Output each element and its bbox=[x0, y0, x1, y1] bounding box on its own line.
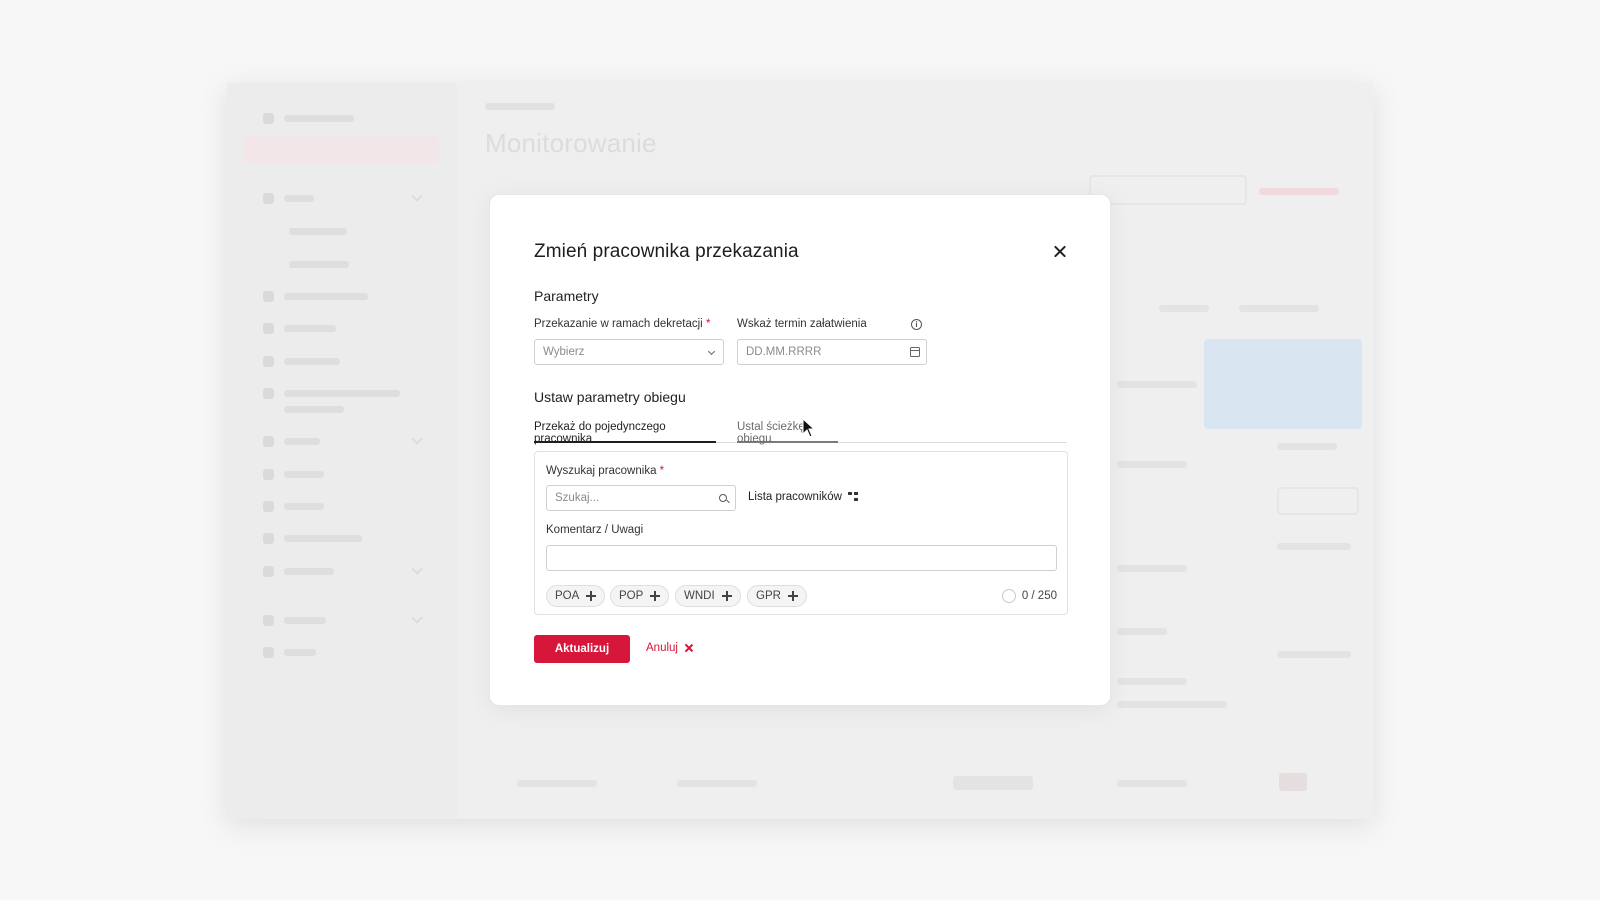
employee-search-label: Wyszukaj pracownika * bbox=[546, 465, 664, 477]
background-placeholder-text bbox=[1239, 305, 1319, 312]
background-placeholder-text bbox=[1117, 701, 1227, 708]
employee-list-link[interactable]: Lista pracowników bbox=[748, 491, 859, 503]
background-breadcrumb bbox=[485, 103, 555, 110]
background-sidebar-active-item bbox=[243, 135, 439, 163]
cancel-x-icon bbox=[685, 644, 693, 652]
background-sidebar-item bbox=[263, 563, 423, 578]
char-counter: 0 / 250 bbox=[1001, 589, 1057, 603]
plus-icon bbox=[787, 591, 798, 601]
required-marker: * bbox=[705, 318, 711, 330]
tab-single-employee[interactable]: Przekaż do pojedynczego pracownika bbox=[534, 419, 716, 445]
background-footer-text bbox=[517, 780, 597, 787]
background-sidebar-item bbox=[284, 402, 344, 416]
background-sidebar-item bbox=[263, 645, 316, 659]
single-employee-panel: Wyszukaj pracownika * Lista pracowników … bbox=[534, 451, 1068, 615]
comment-input[interactable] bbox=[546, 545, 1057, 571]
cancel-button[interactable]: Anuluj bbox=[646, 642, 693, 654]
plus-icon bbox=[650, 591, 661, 601]
chip-label: POP bbox=[619, 590, 644, 602]
background-footer-flag bbox=[1279, 773, 1307, 791]
tab-flow-path[interactable]: Ustal ścieżkę obiegu bbox=[737, 419, 838, 445]
decree-transfer-label: Przekazanie w ramach dekretacji * bbox=[534, 318, 710, 330]
background-sidebar bbox=[227, 83, 457, 819]
required-marker: * bbox=[659, 465, 665, 477]
chevron-down-icon bbox=[707, 347, 716, 356]
chip-wndi[interactable]: WNDI bbox=[675, 585, 741, 607]
chip-pop[interactable]: POP bbox=[610, 585, 670, 607]
background-tooltip bbox=[1204, 339, 1362, 429]
chip-label: POA bbox=[555, 590, 580, 602]
change-transfer-employee-modal: Zmień pracownika przekazania Parametry P… bbox=[489, 194, 1111, 706]
parameters-section-title: Parametry bbox=[534, 288, 599, 304]
background-sidebar-item bbox=[263, 386, 400, 400]
background-sidebar-item bbox=[263, 467, 324, 481]
background-link bbox=[1259, 188, 1339, 195]
char-counter-text: 0 / 250 bbox=[1021, 590, 1057, 602]
decree-transfer-label-text: Przekazanie w ramach dekretacji bbox=[534, 318, 703, 330]
deadline-label: Wskaż termin załatwienia bbox=[737, 318, 867, 330]
background-placeholder-text bbox=[1117, 461, 1187, 468]
background-placeholder-text bbox=[1277, 443, 1337, 450]
background-sidebar-item bbox=[263, 433, 423, 448]
background-placeholder-text bbox=[1117, 678, 1187, 685]
info-icon[interactable]: i bbox=[911, 319, 922, 330]
background-placeholder-text bbox=[1117, 628, 1167, 635]
background-sidebar-item bbox=[263, 354, 340, 368]
decree-transfer-select-value: Wybierz bbox=[543, 346, 585, 358]
background-filter-input bbox=[1089, 175, 1247, 205]
org-tree-icon bbox=[847, 492, 859, 502]
background-placeholder-text bbox=[1117, 565, 1187, 572]
plus-icon bbox=[721, 591, 732, 601]
decree-transfer-select[interactable]: Wybierz bbox=[534, 339, 724, 365]
background-sidebar-item bbox=[263, 499, 324, 513]
background-sidebar-subitem bbox=[289, 257, 349, 271]
modal-title: Zmień pracownika przekazania bbox=[534, 241, 799, 262]
comment-label: Komentarz / Uwagi bbox=[546, 524, 644, 536]
plus-icon bbox=[586, 591, 597, 601]
cancel-button-label: Anuluj bbox=[646, 642, 678, 654]
close-icon[interactable] bbox=[1051, 243, 1069, 261]
background-placeholder-text bbox=[1117, 381, 1197, 388]
background-placeholder-text bbox=[1277, 651, 1351, 658]
employee-search-label-text: Wyszukaj pracownika bbox=[546, 465, 657, 477]
ring-progress-icon bbox=[1001, 589, 1016, 603]
background-page-title: Monitorowanie bbox=[485, 128, 657, 158]
background-sidebar-item bbox=[263, 321, 336, 335]
chip-poa[interactable]: POA bbox=[546, 585, 606, 607]
employee-list-link-label: Lista pracowników bbox=[748, 491, 842, 503]
update-button[interactable]: Aktualizuj bbox=[534, 635, 630, 663]
background-placeholder-text bbox=[1159, 305, 1209, 312]
employee-search-input[interactable] bbox=[547, 486, 735, 510]
background-sidebar-item bbox=[263, 111, 354, 125]
deadline-date-input[interactable] bbox=[737, 339, 927, 365]
background-sidebar-item bbox=[263, 531, 362, 545]
chip-label: WNDI bbox=[684, 590, 715, 602]
flow-tabs: Przekaż do pojedynczego pracownika Ustal… bbox=[534, 419, 1067, 445]
employee-search-field bbox=[546, 485, 736, 511]
background-footer-text bbox=[1117, 780, 1187, 787]
background-placeholder-text bbox=[1277, 543, 1351, 550]
chip-label: GPR bbox=[756, 590, 781, 602]
background-footer-text bbox=[677, 780, 757, 787]
chip-gpr[interactable]: GPR bbox=[747, 585, 807, 607]
background-sidebar-subitem bbox=[289, 224, 347, 238]
background-sidebar-item bbox=[263, 612, 423, 627]
background-button bbox=[1277, 487, 1359, 515]
flow-parameters-section-title: Ustaw parametry obiegu bbox=[534, 389, 686, 405]
background-sidebar-item bbox=[263, 289, 368, 303]
background-sidebar-item bbox=[263, 190, 423, 205]
background-footer-badge bbox=[953, 776, 1033, 790]
